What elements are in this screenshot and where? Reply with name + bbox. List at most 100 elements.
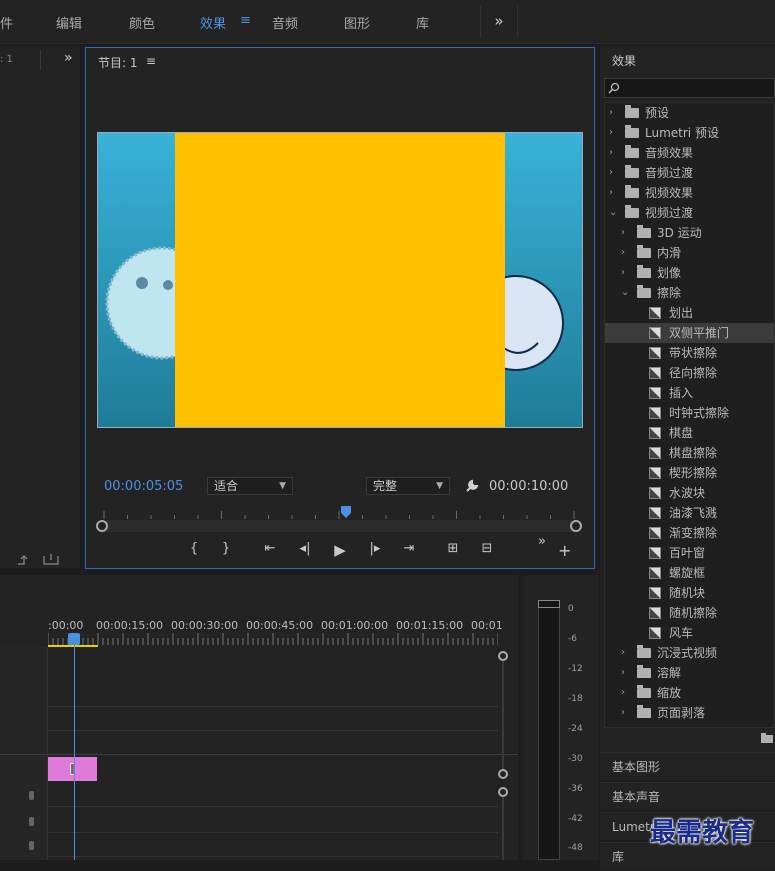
effect-folder[interactable]: › Lumetri 预设 (605, 123, 774, 143)
vertical-scrollbar[interactable] (502, 661, 504, 769)
chevron-right-icon[interactable]: › (609, 123, 613, 143)
effect-item[interactable]: 渐变擦除 (605, 523, 774, 543)
tab-graphics[interactable]: 图形 (344, 13, 370, 32)
chevron-right-icon[interactable]: › (609, 183, 613, 203)
scroll-handle[interactable] (498, 651, 508, 661)
timeline-ticks[interactable] (48, 633, 498, 645)
effect-folder[interactable]: › 划像 (605, 263, 774, 283)
video-track-v3[interactable] (48, 683, 498, 707)
chevron-right-icon[interactable]: › (621, 703, 625, 723)
scroll-handle-left[interactable] (96, 520, 108, 532)
effect-folder[interactable]: › 溶解 (605, 663, 774, 683)
chevron-double-right-icon[interactable]: » (538, 534, 546, 549)
export-frame-icon[interactable] (16, 552, 34, 566)
tab-editing[interactable]: 编辑 (56, 13, 82, 32)
new-bin-icon[interactable] (760, 732, 774, 744)
step-back-button[interactable]: ◂| (295, 541, 315, 556)
panel-tab-essential-graphics[interactable]: 基本图形 (600, 752, 775, 780)
audio-track-a1[interactable] (48, 783, 498, 807)
audio-track-a3[interactable] (48, 833, 498, 857)
chevron-double-right-icon[interactable]: » (64, 50, 73, 66)
chevron-right-icon[interactable]: › (621, 663, 625, 683)
effect-label: Lumetri 预设 (645, 126, 719, 140)
go-to-in-button[interactable]: ⇤ (260, 541, 280, 556)
video-track-v1[interactable] (48, 731, 498, 755)
effect-item[interactable]: 风车 (605, 623, 774, 643)
insert-icon[interactable] (42, 552, 60, 566)
effect-folder[interactable]: › 预设 (605, 103, 774, 123)
play-button[interactable]: ▶ (330, 541, 350, 559)
effect-item[interactable]: 水波块 (605, 483, 774, 503)
tab-audio[interactable]: 音频 (272, 13, 298, 32)
panel-tab-essential-sound[interactable]: 基本声音 (600, 782, 775, 810)
chevron-right-icon[interactable]: › (609, 143, 613, 163)
effect-item[interactable]: 随机擦除 (605, 603, 774, 623)
hamburger-icon[interactable]: ≡ (146, 54, 156, 68)
chevron-down-icon[interactable]: ⌄ (621, 283, 629, 303)
video-clip[interactable] (48, 757, 97, 781)
chevron-right-icon[interactable]: › (621, 223, 625, 243)
chevron-down-icon[interactable]: ⌄ (609, 203, 617, 223)
video-track-v2[interactable] (48, 707, 498, 731)
effect-item[interactable]: 径向擦除 (605, 363, 774, 383)
lift-button[interactable]: ⊞ (443, 541, 463, 556)
tab-color[interactable]: 颜色 (129, 13, 155, 32)
effect-label: 划出 (669, 306, 694, 320)
effect-folder[interactable]: › 音频过渡 (605, 163, 774, 183)
scroll-handle[interactable] (498, 787, 508, 797)
add-button[interactable]: + (558, 541, 571, 560)
effect-item[interactable]: 棋盘擦除 (605, 443, 774, 463)
effect-item[interactable]: 楔形擦除 (605, 463, 774, 483)
quality-dropdown[interactable]: 完整 ▼ (366, 477, 450, 495)
chevron-right-icon[interactable]: › (621, 683, 625, 703)
scroll-handle-right[interactable] (570, 520, 582, 532)
tab-effects[interactable]: 效果 (200, 13, 226, 32)
effect-folder[interactable]: › 视频效果 (605, 183, 774, 203)
effect-folder[interactable]: ⌄ 视频过渡 (605, 203, 774, 223)
scroll-handle[interactable] (498, 769, 508, 779)
chevron-right-icon[interactable]: › (609, 103, 613, 123)
chevron-right-icon[interactable]: › (621, 243, 625, 263)
chevron-right-icon[interactable]: › (609, 163, 613, 183)
step-forward-button[interactable]: |▸ (365, 541, 385, 556)
work-area-bar[interactable] (48, 645, 98, 647)
audio-track-a2[interactable] (48, 809, 498, 833)
effect-folder[interactable]: ⌄ 擦除 (605, 283, 774, 303)
effect-item[interactable]: 双侧平推门 (605, 323, 774, 343)
effect-item[interactable]: 时钟式擦除 (605, 403, 774, 423)
current-timecode[interactable]: 00:00:05:05 (104, 479, 183, 494)
playhead-marker[interactable] (340, 505, 352, 519)
effect-item[interactable]: 百叶窗 (605, 543, 774, 563)
effect-item[interactable]: 螺旋框 (605, 563, 774, 583)
effect-folder[interactable]: › 页面剥落 (605, 703, 774, 723)
mark-out-button[interactable]: } (216, 541, 236, 556)
mark-in-button[interactable]: { (184, 541, 204, 556)
chevron-double-right-icon[interactable]: » (480, 6, 518, 38)
effect-folder[interactable]: › 内滑 (605, 243, 774, 263)
wrench-icon[interactable] (464, 478, 480, 494)
go-to-out-button[interactable]: ⇥ (399, 541, 419, 556)
fit-dropdown[interactable]: 适合 ▼ (207, 477, 293, 495)
effect-folder[interactable]: › 3D 运动 (605, 223, 774, 243)
effect-folder[interactable]: › 沉浸式视频 (605, 643, 774, 663)
hamburger-icon[interactable]: ≡ (240, 13, 251, 28)
effect-item[interactable]: 油漆飞溅 (605, 503, 774, 523)
tab-libraries[interactable]: 库 (416, 13, 429, 32)
chevron-right-icon[interactable]: › (621, 643, 625, 663)
effects-search-input[interactable] (604, 78, 775, 98)
effect-item[interactable]: 棋盘 (605, 423, 774, 443)
chevron-right-icon[interactable]: › (621, 263, 625, 283)
effect-folder[interactable]: › 缩放 (605, 683, 774, 703)
db-label: 0 (568, 604, 574, 614)
effect-item[interactable]: 带状擦除 (605, 343, 774, 363)
effect-folder[interactable]: › 音频效果 (605, 143, 774, 163)
mic-icon[interactable] (26, 789, 38, 859)
effect-item[interactable]: 随机块 (605, 583, 774, 603)
timeline-playhead[interactable] (74, 633, 75, 860)
tab-assembly[interactable]: 件 (0, 13, 13, 32)
effect-item[interactable]: 插入 (605, 383, 774, 403)
zoom-scrollbar[interactable] (96, 520, 582, 532)
effect-item[interactable]: 划出 (605, 303, 774, 323)
extract-button[interactable]: ⊟ (477, 541, 497, 556)
vertical-scrollbar[interactable] (502, 797, 504, 860)
